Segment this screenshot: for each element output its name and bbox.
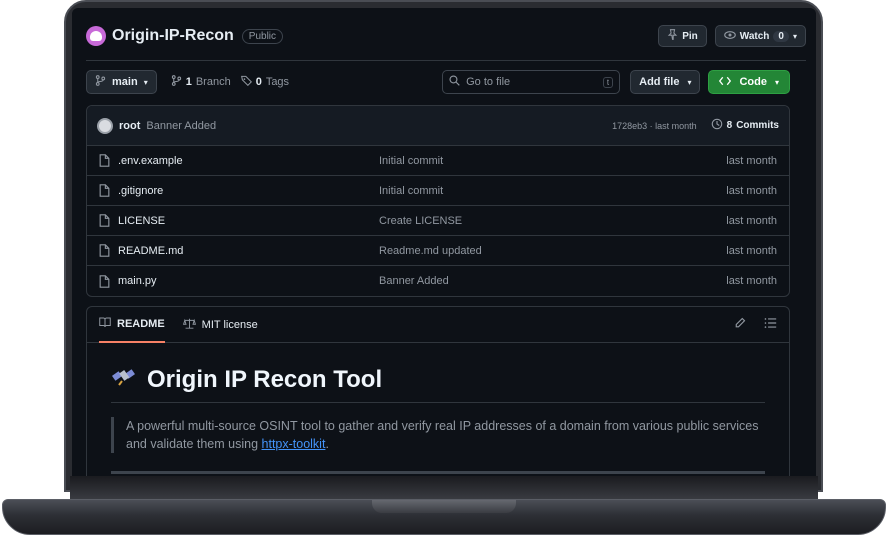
file-name[interactable]: .env.example bbox=[118, 155, 379, 167]
satellite-icon bbox=[111, 365, 137, 394]
tags-link[interactable]: 0 Tags bbox=[240, 75, 290, 89]
pin-icon bbox=[667, 29, 678, 43]
commits-count: 8 bbox=[726, 120, 733, 131]
visibility-badge: Public bbox=[241, 28, 284, 44]
go-to-file-input[interactable]: Go to file t bbox=[442, 70, 621, 94]
pencil-icon[interactable] bbox=[734, 317, 746, 332]
readme-title: Origin IP Recon Tool bbox=[147, 365, 383, 393]
tab-license-label: MIT license bbox=[201, 318, 258, 331]
tag-label: Tags bbox=[265, 76, 290, 88]
tag-icon bbox=[240, 75, 252, 89]
httpx-toolkit-link[interactable]: httpx-toolkit bbox=[262, 437, 326, 451]
file-commit-message[interactable]: Initial commit bbox=[379, 185, 443, 197]
commit-author[interactable]: root bbox=[119, 120, 140, 132]
header-divider bbox=[86, 60, 806, 61]
table-row[interactable]: .gitignore Initial commit last month bbox=[87, 176, 789, 206]
file-icon bbox=[99, 154, 110, 167]
laptop-hinge bbox=[70, 476, 818, 500]
watch-count: 0 bbox=[773, 30, 789, 42]
add-file-label: Add file bbox=[639, 76, 680, 88]
branches-link[interactable]: 1 Branch bbox=[171, 75, 231, 89]
file-icon bbox=[99, 214, 110, 227]
file-icon bbox=[99, 274, 110, 288]
table-row[interactable]: main.py Banner Added last month bbox=[87, 266, 789, 296]
latest-commit-row: root Banner Added 1728eb3 · last month 8… bbox=[87, 106, 789, 146]
watch-button[interactable]: Watch 0 ▾ bbox=[714, 25, 806, 47]
table-row[interactable]: .env.example Initial commit last month bbox=[87, 146, 789, 176]
search-icon bbox=[449, 75, 460, 89]
file-table: root Banner Added 1728eb3 · last month 8… bbox=[86, 105, 790, 297]
file-commit-message[interactable]: Initial commit bbox=[379, 155, 443, 167]
code-button[interactable]: Code ▾ bbox=[708, 70, 790, 94]
avatar[interactable] bbox=[97, 117, 113, 134]
readme-body: Origin IP Recon Tool A powerful multi-so… bbox=[87, 343, 789, 476]
chevron-down-icon[interactable]: ▾ bbox=[793, 32, 797, 41]
book-icon bbox=[99, 317, 111, 331]
file-name[interactable]: .gitignore bbox=[118, 185, 379, 197]
file-commit-message[interactable]: Create LICENSE bbox=[379, 215, 462, 227]
file-name[interactable]: README.md bbox=[118, 245, 379, 257]
list-icon[interactable] bbox=[764, 317, 777, 332]
branch-name: main bbox=[112, 76, 138, 88]
watch-label: Watch bbox=[739, 30, 770, 42]
add-file-button[interactable]: Add file ▾ bbox=[630, 70, 701, 94]
file-commit-time: last month bbox=[726, 214, 777, 227]
pin-button[interactable]: Pin bbox=[658, 25, 707, 47]
readme-panel: README MIT license Origin IP Recon Tool … bbox=[86, 306, 790, 476]
file-name[interactable]: main.py bbox=[118, 275, 379, 287]
description-text: A powerful multi-source OSINT tool to ga… bbox=[126, 419, 759, 451]
commit-message[interactable]: Banner Added bbox=[146, 120, 216, 132]
readme-heading: Origin IP Recon Tool bbox=[111, 365, 765, 403]
tab-readme-label: README bbox=[117, 317, 165, 330]
tag-count: 0 bbox=[255, 76, 262, 88]
file-commit-time: last month bbox=[726, 154, 777, 167]
repo-header: Origin-IP-Recon Public Pin Watch 0 ▾ bbox=[86, 18, 806, 54]
file-commit-time: last month bbox=[726, 244, 777, 257]
file-icon bbox=[99, 244, 110, 257]
branch-icon bbox=[95, 75, 106, 89]
chevron-down-icon: ▾ bbox=[774, 77, 779, 87]
branch-count: 1 bbox=[185, 76, 192, 88]
history-icon bbox=[711, 118, 723, 133]
search-placeholder: Go to file bbox=[466, 76, 511, 88]
table-row[interactable]: LICENSE Create LICENSE last month bbox=[87, 206, 789, 236]
readme-description: A powerful multi-source OSINT tool to ga… bbox=[111, 417, 765, 453]
commit-hash-time[interactable]: 1728eb3 · last month bbox=[612, 121, 697, 131]
repo-name[interactable]: Origin-IP-Recon bbox=[112, 27, 234, 45]
pin-label: Pin bbox=[682, 30, 698, 42]
commits-link[interactable]: 8 Commits bbox=[711, 118, 779, 133]
tab-license[interactable]: MIT license bbox=[182, 307, 258, 343]
file-commit-time: last month bbox=[726, 275, 777, 287]
branch-icon bbox=[171, 75, 182, 89]
file-name[interactable]: LICENSE bbox=[118, 215, 379, 227]
screen: Origin-IP-Recon Public Pin Watch 0 ▾ mai… bbox=[72, 8, 816, 476]
description-end: . bbox=[325, 437, 329, 451]
avatar-icon[interactable] bbox=[86, 26, 106, 46]
file-commit-time: last month bbox=[726, 184, 777, 197]
code-label: Code bbox=[739, 76, 767, 88]
code-icon bbox=[719, 76, 732, 89]
commits-label: Commits bbox=[736, 120, 779, 131]
chevron-down-icon: ▾ bbox=[687, 77, 692, 87]
tab-readme[interactable]: README bbox=[99, 307, 165, 343]
file-commit-message[interactable]: Readme.md updated bbox=[379, 245, 482, 257]
branch-select[interactable]: main ▾ bbox=[86, 70, 157, 94]
section-divider bbox=[111, 471, 765, 474]
file-icon bbox=[99, 184, 110, 197]
shortcut-key: t bbox=[602, 76, 614, 88]
chevron-down-icon: ▾ bbox=[143, 77, 148, 87]
file-commit-message[interactable]: Banner Added bbox=[379, 275, 449, 287]
branch-bar: main ▾ 1 Branch 0 Tags Go to file t Add … bbox=[86, 70, 790, 94]
readme-tabs: README MIT license bbox=[87, 307, 789, 343]
scale-icon bbox=[182, 318, 196, 332]
branch-label: Branch bbox=[195, 76, 231, 88]
eye-icon bbox=[723, 29, 736, 44]
laptop-notch bbox=[372, 500, 516, 513]
table-row[interactable]: README.md Readme.md updated last month bbox=[87, 236, 789, 266]
